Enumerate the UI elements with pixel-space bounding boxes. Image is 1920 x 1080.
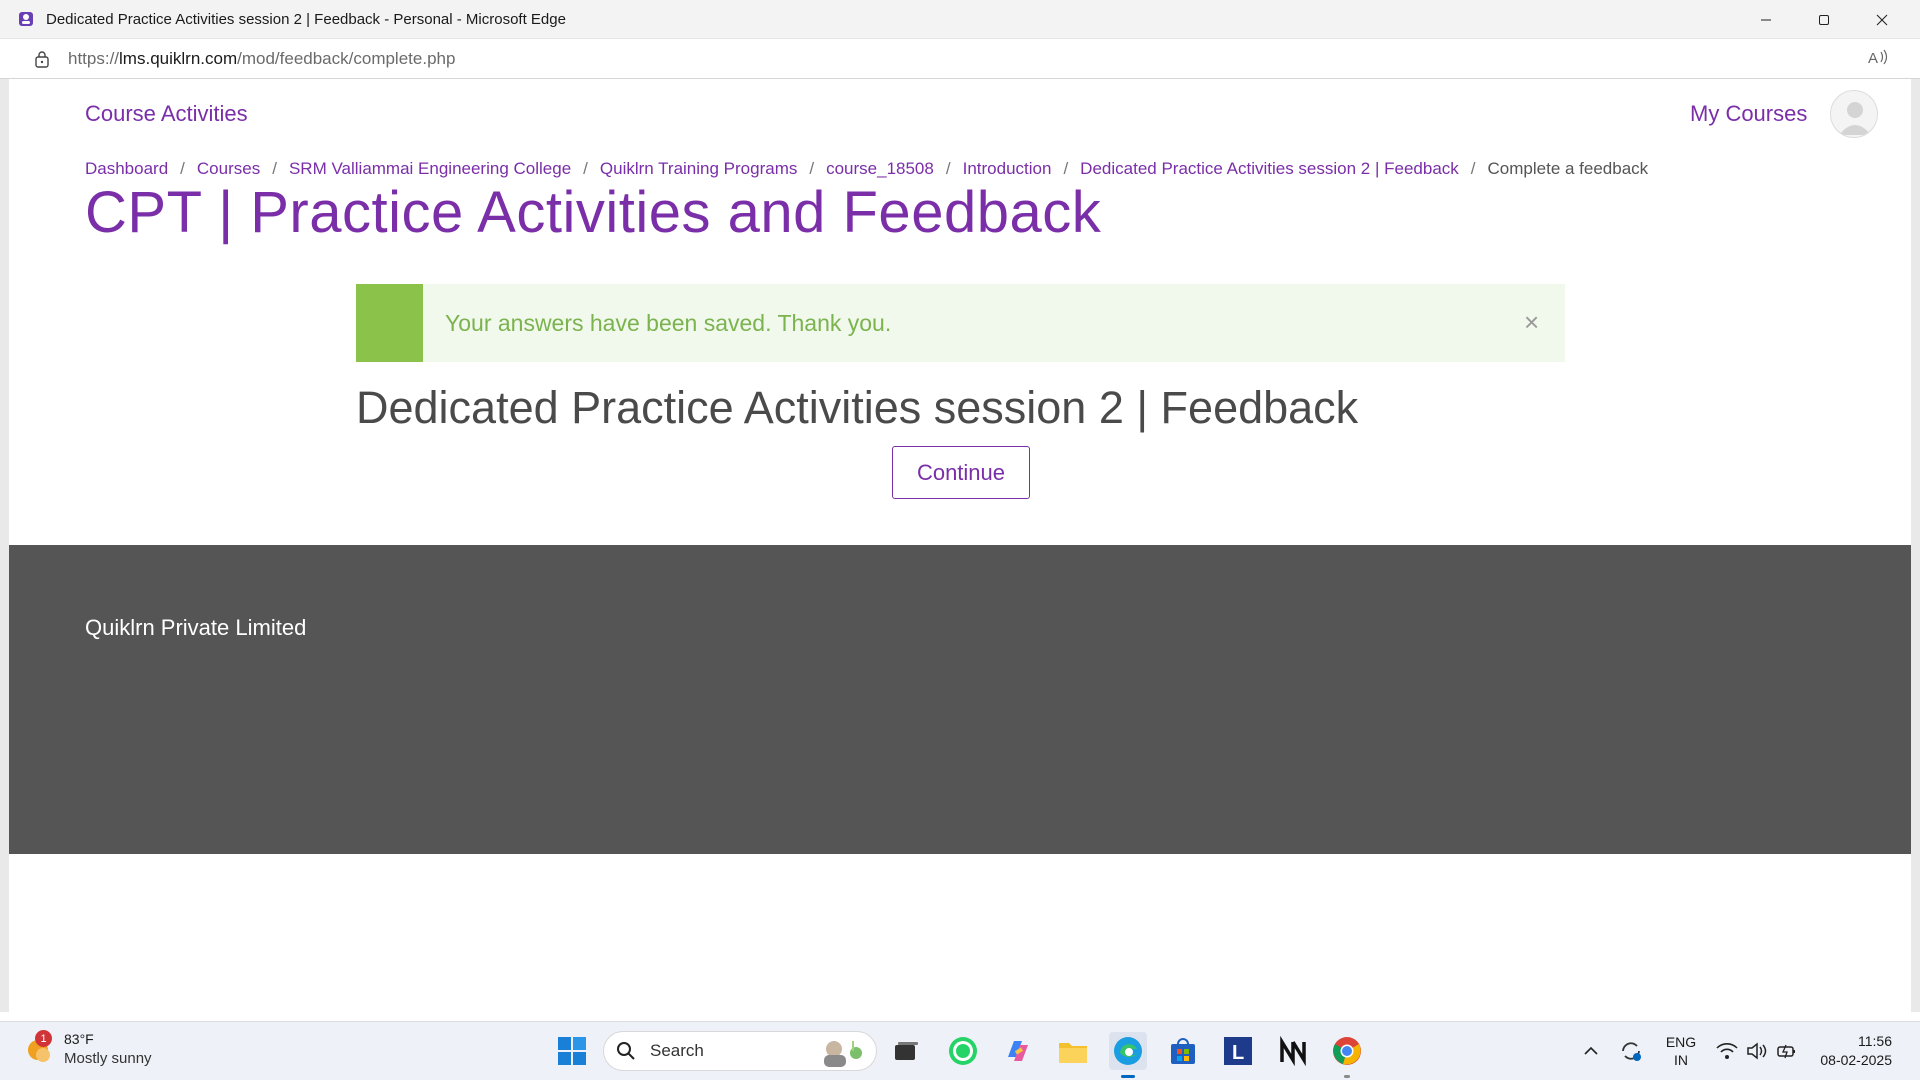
alert-stripe: [356, 284, 423, 362]
breadcrumb-courses[interactable]: Courses: [197, 159, 260, 179]
breadcrumb-separator: /: [1470, 159, 1476, 178]
breadcrumb-separator: /: [272, 159, 277, 178]
my-courses-link[interactable]: My Courses: [1690, 101, 1807, 127]
store-icon[interactable]: [1164, 1032, 1202, 1070]
active-app-indicator: [1121, 1075, 1135, 1078]
weather-sun-icon: 1: [24, 1030, 54, 1064]
page-title: CPT | Practice Activities and Feedback: [85, 180, 1102, 245]
continue-button[interactable]: Continue: [892, 446, 1030, 499]
weather-badge: 1: [35, 1030, 52, 1047]
url-host: lms.quiklrn.com: [119, 48, 238, 68]
search-icon: [616, 1040, 638, 1062]
clock-date: 08-02-2025: [1820, 1052, 1892, 1068]
whatsapp-icon[interactable]: [944, 1032, 982, 1070]
breadcrumb-training-programs[interactable]: Quiklrn Training Programs: [600, 159, 797, 179]
search-highlight-icon: [818, 1037, 870, 1067]
breadcrumb-separator: /: [583, 159, 588, 178]
address-bar[interactable]: https://lms.quiklrn.com/mod/feedback/com…: [0, 39, 1920, 79]
language-line-2: IN: [1674, 1052, 1688, 1068]
url-field[interactable]: https://lms.quiklrn.com/mod/feedback/com…: [68, 49, 455, 69]
alert-close-icon[interactable]: ×: [1524, 308, 1539, 336]
taskbar-search-box[interactable]: Search: [603, 1031, 877, 1071]
chrome-icon[interactable]: [1328, 1032, 1366, 1070]
course-activities-link[interactable]: Course Activities: [85, 101, 248, 127]
breadcrumb-current: Complete a feedback: [1487, 159, 1649, 178]
wifi-icon[interactable]: [1710, 1032, 1744, 1070]
browser-frame-left: [0, 79, 9, 1012]
svg-text:L: L: [1232, 1042, 1244, 1064]
file-explorer-icon[interactable]: [1054, 1032, 1092, 1070]
window-title: Dedicated Practice Activities session 2 …: [46, 10, 566, 28]
minimize-button[interactable]: [1737, 0, 1795, 39]
breadcrumb-dashboard[interactable]: Dashboard: [85, 159, 168, 179]
breadcrumb: Dashboard / Courses / SRM Valliammai Eng…: [85, 159, 1648, 179]
edge-profile-icon: [16, 9, 36, 29]
lock-icon[interactable]: [32, 49, 52, 69]
start-icon[interactable]: [553, 1032, 591, 1070]
breadcrumb-college[interactable]: SRM Valliammai Engineering College: [289, 159, 571, 179]
maximize-button[interactable]: [1795, 0, 1853, 39]
alert-message: Your answers have been saved. Thank you.: [445, 309, 892, 336]
copilot-icon[interactable]: [999, 1032, 1037, 1070]
url-path: /mod/feedback/complete.php: [237, 48, 456, 68]
close-window-button[interactable]: [1853, 0, 1911, 39]
weather-temperature: 83°F: [64, 1031, 94, 1047]
read-aloud-icon[interactable]: A: [1868, 48, 1890, 71]
weather-condition: Mostly sunny: [64, 1050, 152, 1067]
activity-title: Dedicated Practice Activities session 2 …: [356, 382, 1359, 433]
url-prefix: https://: [68, 48, 120, 68]
footer-company-name: Quiklrn Private Limited: [85, 615, 307, 640]
language-line-1: ENG: [1665, 1034, 1697, 1050]
breadcrumb-separator: /: [809, 159, 815, 178]
breadcrumb-feedback-activity[interactable]: Dedicated Practice Activities session 2 …: [1080, 159, 1459, 179]
system-clock[interactable]: 11:56 08-02-2025: [1806, 1032, 1892, 1070]
breadcrumb-separator: /: [945, 159, 951, 178]
success-alert: Your answers have been saved. Thank you.…: [356, 284, 1565, 362]
notion-icon[interactable]: [1274, 1032, 1312, 1070]
breadcrumb-course[interactable]: course_18508: [826, 159, 934, 179]
breadcrumb-separator: /: [180, 159, 185, 178]
l-app-icon[interactable]: L: [1219, 1032, 1257, 1070]
page-footer: Quiklrn Private Limited: [9, 545, 1911, 854]
breadcrumb-separator: /: [1063, 159, 1069, 178]
web-page: Course Activities My Courses Dashboard /…: [9, 79, 1911, 1012]
volume-icon[interactable]: [1740, 1032, 1774, 1070]
task-view-icon[interactable]: [887, 1032, 925, 1070]
browser-title-bar: Dedicated Practice Activities session 2 …: [0, 0, 1920, 39]
breadcrumb-introduction[interactable]: Introduction: [963, 159, 1052, 179]
language-indicator[interactable]: ENG IN: [1660, 1033, 1702, 1069]
clock-time: 11:56: [1858, 1033, 1892, 1049]
weather-widget[interactable]: 1 83°F Mostly sunny: [24, 1030, 152, 1068]
user-avatar-icon[interactable]: [1830, 90, 1878, 138]
windows-taskbar: 1 83°F Mostly sunny Search L ENG IN 11:5…: [0, 1021, 1920, 1080]
svg-text:A: A: [1868, 50, 1878, 66]
chevron-up-icon[interactable]: [1574, 1032, 1608, 1070]
edge-icon[interactable]: [1109, 1032, 1147, 1070]
search-label: Search: [650, 1041, 704, 1060]
sync-icon[interactable]: [1614, 1032, 1648, 1070]
running-app-indicator: [1344, 1075, 1350, 1078]
battery-icon[interactable]: [1770, 1032, 1804, 1070]
browser-frame-right: [1911, 79, 1920, 1012]
